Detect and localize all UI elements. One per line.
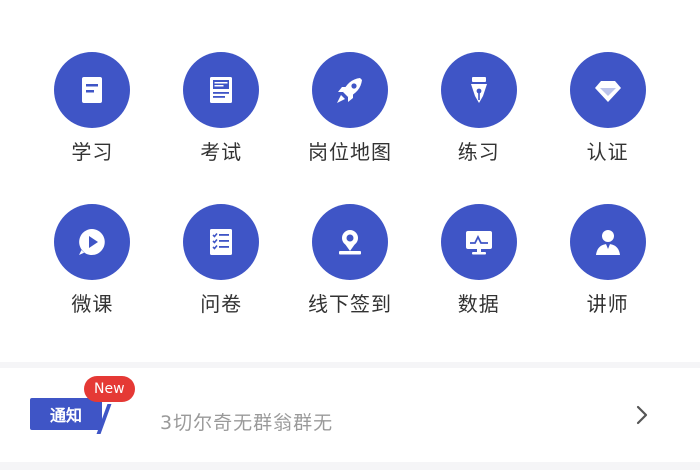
menu-item-label: 线下签到 [307,292,392,316]
checklist-icon [210,229,233,255]
exam-paper-icon [210,77,233,103]
icon-circle [569,204,646,280]
icon-circle [440,52,517,128]
icon-circle [311,204,388,280]
notice-text[interactable]: 3切尔奇无群翁群无 [160,408,333,435]
menu-item-label: 学习 [71,140,114,164]
menu-item-lecturer[interactable]: 讲师 [543,204,672,316]
lecturer-icon [595,230,620,255]
menu-item-label: 微课 [71,292,114,316]
new-tag: New [84,376,135,402]
feature-panel: 学习 考试 岗位地图 练习 认证 微课 问卷 线下签到 数据 讲师 [0,0,700,362]
notice-bar[interactable]: 通知 New 3切尔奇无群翁群无 [0,368,700,462]
play-bubble-icon [79,229,106,255]
pen-nib-icon [470,77,487,103]
location-pin-icon [338,230,361,255]
icon-circle [54,52,131,128]
menu-item-offline-checkin[interactable]: 线下签到 [286,204,415,316]
menu-item-survey[interactable]: 问卷 [157,204,286,316]
menu-item-data[interactable]: 数据 [414,204,543,316]
menu-item-exam[interactable]: 考试 [157,52,286,164]
diamond-icon [594,81,621,102]
feature-grid: 学习 考试 岗位地图 练习 认证 微课 问卷 线下签到 数据 讲师 [28,52,672,316]
notice-badge: 通知 [30,398,112,434]
icon-circle [311,52,388,128]
icon-circle [183,52,260,128]
menu-item-certification[interactable]: 认证 [543,52,672,164]
menu-item-label: 讲师 [586,292,629,316]
icon-circle [569,52,646,128]
menu-item-label: 考试 [200,140,243,164]
menu-item-micro-course[interactable]: 微课 [28,204,157,316]
icon-circle [440,204,517,280]
menu-item-job-map[interactable]: 岗位地图 [286,52,415,164]
rocket-icon [336,78,362,103]
menu-item-label: 问卷 [200,292,243,316]
notice-badge-label: 通知 [30,398,102,430]
menu-item-label: 练习 [457,140,500,164]
menu-item-practice[interactable]: 练习 [414,52,543,164]
chevron-right-icon[interactable] [630,400,654,430]
menu-item-label: 数据 [457,292,500,316]
icon-circle [183,204,260,280]
icon-circle [54,204,131,280]
menu-item-label: 岗位地图 [307,140,392,164]
menu-item-study[interactable]: 学习 [28,52,157,164]
menu-item-label: 认证 [586,140,629,164]
monitor-chart-icon [465,231,492,255]
document-icon [82,77,103,103]
